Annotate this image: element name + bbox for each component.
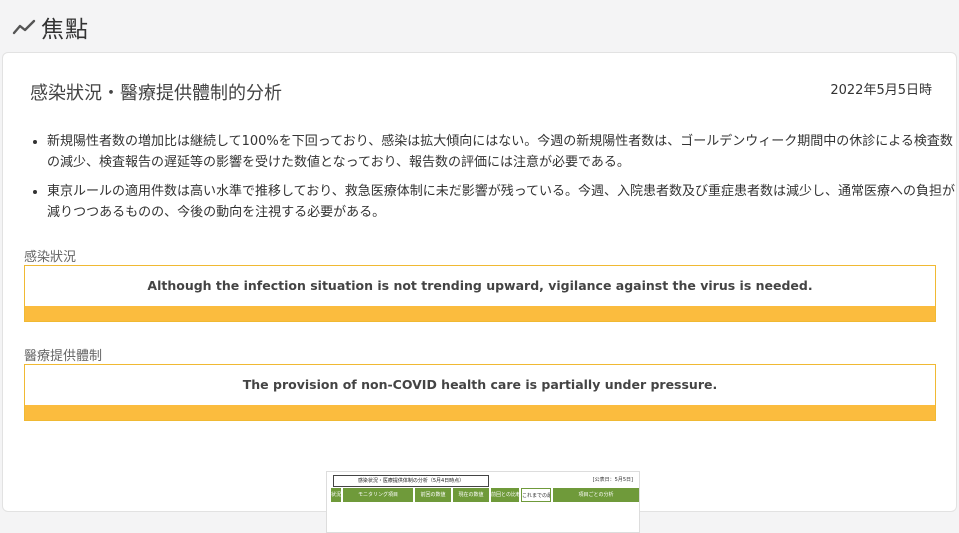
summary-item: 東京ルールの適用件数は高い水準で推移しており、救急医療体制に未だ影響が残っている… bbox=[47, 181, 959, 223]
summary-list: 新規陽性者数の増加比は継続して100%を下回っており、感染は拡大傾向にはない。今… bbox=[23, 131, 959, 231]
infection-status-box: Although the infection situation is not … bbox=[24, 265, 936, 322]
card-date: 2022年5月5日時 bbox=[830, 83, 932, 98]
figure-date: [公表日：5月5日] bbox=[592, 477, 633, 483]
analysis-card: 感染狀況・醫療提供體制的分析 2022年5月5日時 新規陽性者数の増加比は継続し… bbox=[2, 52, 959, 533]
page-header: 焦點 bbox=[0, 0, 959, 52]
trend-line-icon bbox=[12, 19, 36, 35]
infection-status-text: Although the infection situation is not … bbox=[147, 278, 813, 293]
medical-status-box: The provision of non-COVID health care i… bbox=[24, 364, 936, 421]
section-label-infection: 感染狀況 bbox=[24, 250, 77, 265]
figure-title: 感染状況・医療提供体制の分析（5月4日時点） bbox=[333, 475, 489, 487]
analysis-figure-image[interactable]: 感染状況・医療提供体制の分析（5月4日時点） [公表日：5月5日] 状況 モニタ… bbox=[326, 471, 640, 533]
card-title: 感染狀況・醫療提供體制的分析 bbox=[30, 83, 282, 104]
page-title: 焦點 bbox=[41, 17, 89, 43]
summary-item: 新規陽性者数の増加比は継続して100%を下回っており、感染は拡大傾向にはない。今… bbox=[47, 131, 959, 173]
medical-status-text: The provision of non-COVID health care i… bbox=[242, 377, 718, 392]
medical-status-bar bbox=[25, 405, 935, 420]
section-label-medical: 醫療提供體制 bbox=[24, 349, 103, 364]
infection-status-bar bbox=[25, 306, 935, 321]
